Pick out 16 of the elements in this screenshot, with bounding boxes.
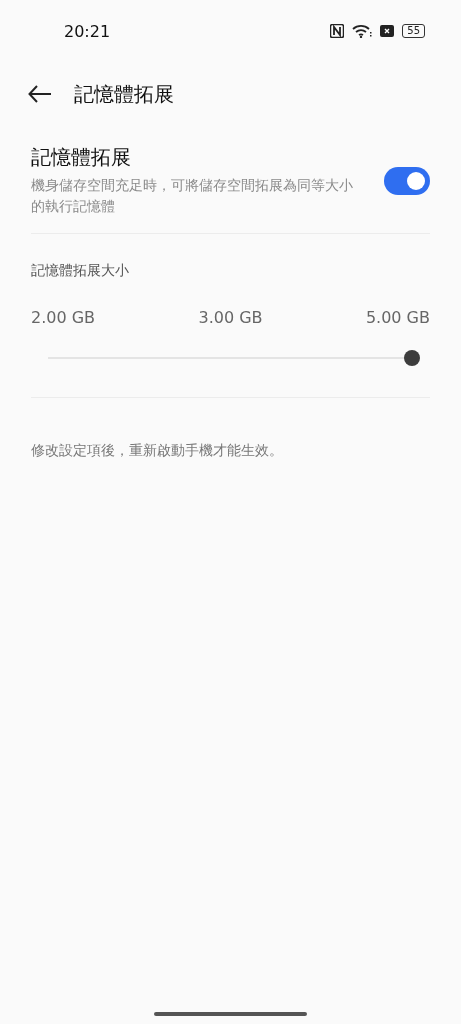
tick-label: 2.00 GB <box>31 308 96 327</box>
tick-label: 3.00 GB <box>198 308 263 327</box>
nfc-icon <box>330 24 345 38</box>
setting-title: 記憶體拓展 <box>31 144 132 171</box>
wifi-icon <box>352 24 373 38</box>
battery-level: 55 <box>402 24 425 38</box>
back-button[interactable] <box>28 85 52 103</box>
slider-thumb[interactable] <box>404 350 420 366</box>
toggle-switch[interactable] <box>384 166 430 195</box>
section-label: 記憶體拓展大小 <box>30 261 130 280</box>
tick-label: 5.00 GB <box>365 308 430 327</box>
setting-description: 機身儲存空間充足時，可將儲存空間拓展為同等大小的執行記憶體 <box>31 176 354 216</box>
page-title: 記憶體拓展 <box>74 80 174 108</box>
status-time: 20:21 <box>64 21 111 41</box>
sim-error-icon <box>380 25 395 37</box>
restart-note: 修改設定項後，重新啟動手機才能生效。 <box>30 441 284 460</box>
